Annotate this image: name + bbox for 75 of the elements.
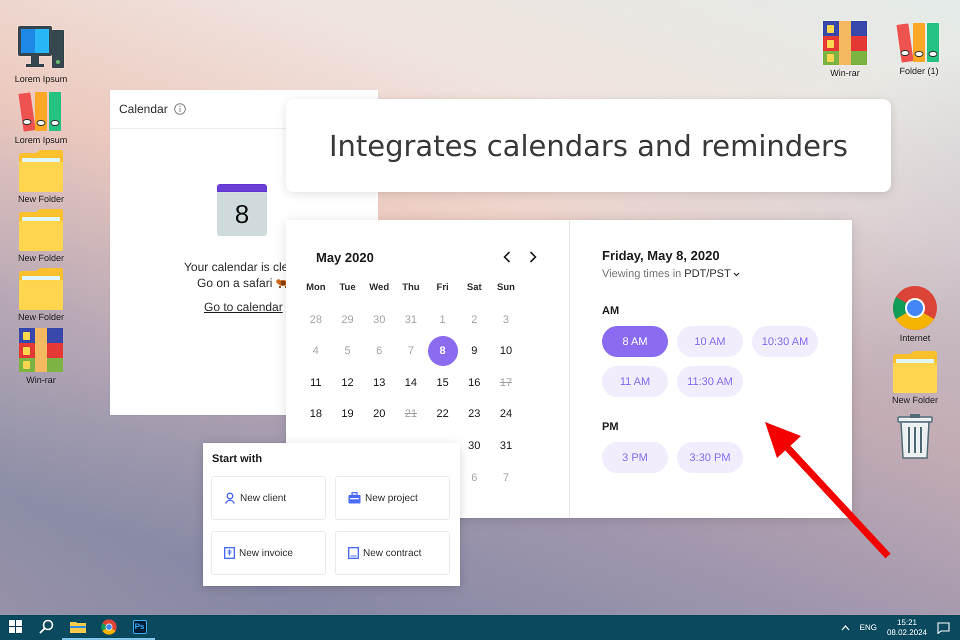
info-icon[interactable]	[174, 103, 186, 115]
calendar-day[interactable]: 10	[490, 336, 521, 366]
calendar-day[interactable]: 20	[364, 399, 394, 430]
desktop-icon-label: Lorem Ipsum	[14, 74, 68, 84]
new-item-button[interactable]: New client	[211, 476, 326, 520]
calendar-day[interactable]: 15	[428, 368, 458, 398]
weekday-header: Sat	[466, 281, 483, 296]
chevron-left-icon	[503, 251, 511, 263]
desktop-icon-label: New Folder	[18, 312, 64, 322]
language-indicator[interactable]: ENG	[860, 623, 877, 632]
calendar-day[interactable]: 19	[332, 399, 363, 430]
weekday-header: Fri	[436, 281, 450, 296]
calendar-day[interactable]: 23	[459, 399, 490, 430]
person-icon	[224, 492, 236, 504]
desktop-icon-label: Lorem Ipsum	[14, 135, 68, 145]
binders-icon[interactable]	[896, 20, 942, 64]
weekday-header: Thu	[401, 281, 421, 296]
month-title: May 2020	[316, 250, 374, 264]
desktop-icon-label: Folder (1)	[899, 66, 938, 76]
notification-icon[interactable]	[937, 622, 950, 634]
browser-icon[interactable]	[892, 285, 938, 331]
binders-icon[interactable]	[18, 89, 64, 133]
headline-text: Integrates calendars and reminders	[328, 128, 848, 162]
weekday-header: Tue	[338, 281, 357, 296]
time-slot-button[interactable]: 8 AM	[602, 326, 668, 357]
caret-icon[interactable]	[840, 624, 850, 630]
desktop-icon-label: New Folder	[18, 253, 64, 263]
weekday-header: Sun	[496, 281, 516, 296]
receipt-icon	[224, 547, 235, 559]
card-title: Start with	[212, 453, 264, 465]
calendar-day[interactable]: 11	[300, 368, 331, 398]
desktop-icon-label: New Folder	[892, 395, 938, 405]
chevron-down-icon	[732, 272, 740, 276]
calendar-day[interactable]: 24	[490, 399, 521, 430]
chevron-right-icon	[529, 251, 537, 263]
time-group-label: PM	[602, 421, 618, 433]
trash-icon[interactable]	[895, 413, 935, 459]
timezone-prefix: Viewing times in	[602, 268, 682, 280]
archive-icon[interactable]	[822, 20, 868, 66]
safari-message: Go on a safari	[197, 276, 272, 290]
desktop-icon-label: Win-rar	[26, 375, 56, 385]
calendar-day[interactable]: 18	[300, 399, 331, 430]
calendar-day[interactable]: 9	[459, 336, 490, 366]
archive-icon[interactable]	[18, 327, 64, 373]
calendar-day[interactable]: 13	[364, 368, 394, 398]
go-to-calendar-link[interactable]: Go to calendar	[204, 300, 283, 314]
weekday-header: Mon	[305, 281, 327, 296]
calendar-day[interactable]: 12	[332, 368, 363, 398]
clock-date[interactable]: 08.02.2024	[886, 628, 927, 638]
new-item-button[interactable]: New project	[335, 476, 450, 520]
desktop-icon-label: Internet	[900, 333, 930, 343]
calendar-day[interactable]: 8	[428, 336, 458, 366]
calendar-day[interactable]: 14	[396, 368, 426, 398]
new-item-button[interactable]: New invoice	[211, 531, 326, 575]
desktop-icon-label: Win-rar	[830, 68, 860, 78]
weekday-header: Wed	[368, 281, 390, 296]
browser-icon	[100, 618, 116, 634]
calendar-day-icon: 8	[217, 184, 267, 236]
new-item-button[interactable]: New contract	[335, 531, 450, 575]
clock-time[interactable]: 15:21	[896, 618, 917, 628]
calendar-day[interactable]: 31	[490, 430, 521, 461]
calendar-day[interactable]: 16	[459, 368, 490, 398]
selected-date-title: Friday, May 8, 2020	[602, 248, 720, 263]
timezone-dropdown[interactable]: PDT/PST	[684, 268, 740, 280]
panel-title: Calendar	[119, 102, 168, 116]
document-icon	[348, 547, 359, 559]
briefcase-icon	[348, 492, 361, 504]
windows-icon	[9, 620, 22, 633]
search-icon	[39, 619, 54, 634]
calendar-day[interactable]: 30	[459, 430, 490, 461]
desktop-icon-label: New Folder	[18, 194, 64, 204]
taskbar-button[interactable]: Ps	[124, 615, 155, 640]
folder-icon	[70, 620, 86, 633]
calendar-day[interactable]: 22	[428, 399, 458, 430]
time-group-label: AM	[602, 305, 620, 317]
